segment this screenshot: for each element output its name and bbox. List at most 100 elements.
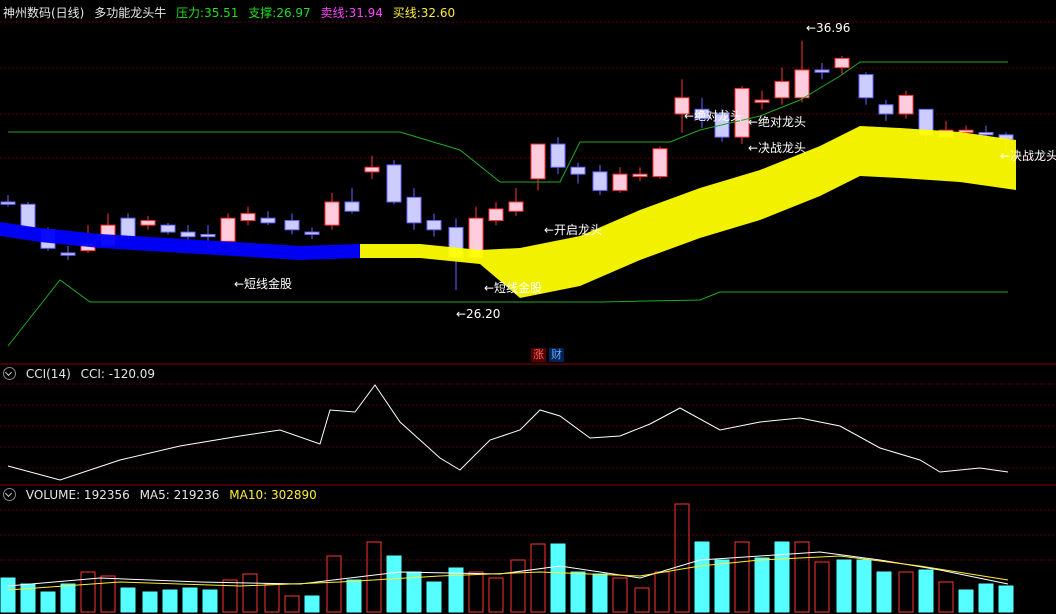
volume-bar: [634, 587, 650, 613]
signal-band-segment: [580, 210, 640, 286]
volume-bar: [60, 583, 76, 613]
volume-bar: [938, 581, 954, 613]
volume-bar: [366, 541, 382, 613]
candle-body: [612, 173, 628, 191]
candle-body: [284, 220, 300, 231]
candle-body: [978, 131, 994, 136]
candle-body: [530, 143, 546, 180]
volume-bar: [550, 543, 566, 613]
candle-body: [958, 129, 974, 133]
volume-bar: [488, 577, 504, 613]
signal-band-segment: [360, 244, 420, 258]
volume-bar: [612, 577, 628, 613]
signal-band-segment: [900, 128, 960, 182]
volume-value[interactable]: VOLUME: 192356: [26, 488, 130, 502]
settings-icon[interactable]: [3, 488, 16, 501]
decisive-dragon-label: ←决战龙头: [748, 141, 806, 155]
short-gold-label: ←短线金股: [484, 280, 542, 295]
volume-bar: [530, 543, 546, 613]
candle-body: [260, 217, 276, 224]
cci-header: CCI(14) CCI: -120.09: [3, 366, 161, 382]
signal-band-segment: [820, 126, 860, 196]
zhang-tag[interactable]: 涨: [531, 348, 546, 362]
open-dragon-label: ←开启龙头: [544, 223, 602, 237]
volume-bar: [998, 585, 1014, 613]
volume-bar: [674, 503, 690, 613]
volume-bar: [694, 541, 710, 613]
candle-body: [570, 166, 586, 175]
volume-bar: [898, 571, 914, 613]
candle-body: [220, 217, 236, 242]
cci-value: CCI: -120.09: [80, 367, 156, 381]
volume-bar: [304, 595, 320, 613]
kline-chart-canvas[interactable]: ←36.96 ←26.20 ←短线金股 ←短线金股 ←绝对龙头 ←绝对龙头 ←决战龙头 ←决战…: [0, 0, 1056, 614]
volume-bar: [734, 541, 750, 613]
low-price-label: ←26.20: [456, 307, 500, 321]
candle-body: [488, 208, 504, 222]
candle-body: [160, 224, 176, 233]
candle-body: [344, 201, 360, 212]
volume-bar: [754, 557, 770, 613]
absolute-dragon-label: ←绝对龙头: [748, 114, 806, 129]
volume-bar: [222, 579, 238, 613]
cci-name[interactable]: CCI(14): [26, 367, 71, 381]
candle-body: [754, 99, 770, 103]
settings-icon[interactable]: [3, 367, 16, 380]
candle-body: [180, 231, 196, 238]
volume-bar: [142, 591, 158, 613]
candle-body: [120, 217, 136, 238]
signal-band-segment: [300, 244, 360, 260]
volume-bar: [448, 567, 464, 613]
volume-bar: [814, 561, 830, 613]
volume-bar: [0, 577, 16, 613]
volume-bar: [284, 595, 300, 613]
volume-bar: [242, 573, 258, 613]
candle-body: [898, 94, 914, 115]
candle-body: [364, 166, 380, 173]
candle-body: [858, 74, 874, 99]
candle-body: [200, 233, 216, 238]
volume-bar: [856, 559, 872, 613]
candle-body: [324, 201, 340, 226]
decisive-dragon-label: ←决战龙头: [1000, 149, 1056, 163]
cai-tag[interactable]: 财: [549, 348, 564, 362]
volume-bar: [654, 571, 670, 613]
volume-bar: [958, 589, 974, 613]
volume-bar: [978, 583, 994, 613]
candle-body: [140, 220, 156, 226]
volume-bar: [468, 571, 484, 613]
volume-bar: [570, 571, 586, 613]
volume-header: VOLUME: 192356 MA5: 219236 MA10: 302890: [3, 487, 323, 503]
candle-body: [794, 69, 810, 99]
volume-bar: [836, 559, 852, 613]
candle-body: [592, 171, 608, 191]
volume-bar: [120, 587, 136, 613]
candle-body: [406, 196, 422, 224]
volume-bar: [40, 591, 56, 613]
candle-body: [814, 69, 830, 73]
signal-band-segment: [860, 126, 900, 178]
candle-body: [386, 164, 402, 203]
candle-body: [774, 81, 790, 99]
candle-body: [60, 252, 76, 256]
volume-bar: [386, 555, 402, 613]
volume-bar: [592, 573, 608, 613]
high-price-label: ←36.96: [806, 21, 850, 35]
absolute-dragon-label: ←绝对龙头: [684, 108, 742, 123]
candle-body: [652, 148, 668, 177]
volume-bar: [510, 559, 526, 613]
candle-body: [20, 203, 36, 228]
candle-body: [0, 201, 16, 205]
volume-bar: [162, 589, 178, 613]
volume-bar: [326, 555, 342, 613]
volume-bar: [264, 583, 280, 613]
ma5-value: MA5: 219236: [139, 488, 220, 502]
volume-bar: [100, 575, 116, 613]
volume-bar: [202, 589, 218, 613]
candle-body: [508, 201, 524, 212]
signal-band-segment: [700, 170, 760, 238]
candle-body: [304, 231, 320, 235]
candle-body: [426, 220, 442, 231]
short-gold-label: ←短线金股: [234, 276, 292, 291]
signal-band-segment: [760, 146, 820, 220]
